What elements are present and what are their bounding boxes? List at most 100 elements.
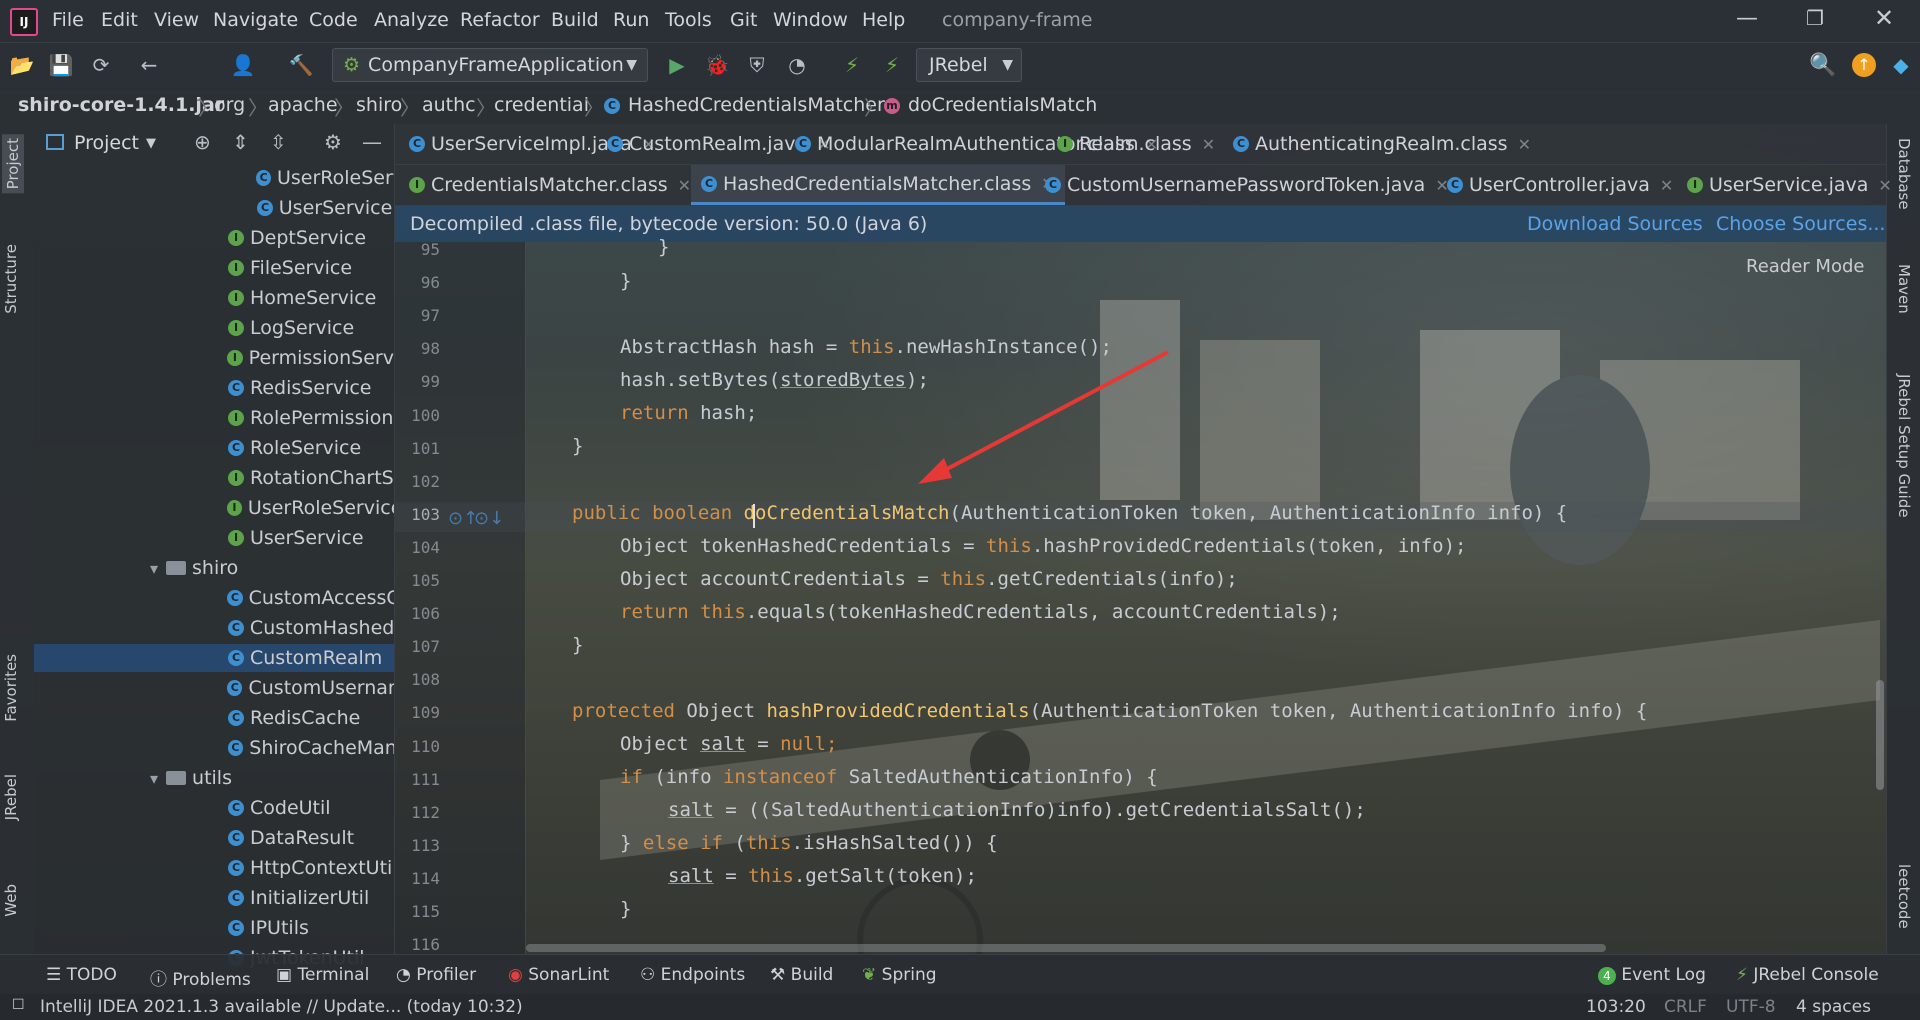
jrebel-select[interactable]: JRebel ▼ (916, 48, 1022, 82)
stripe-tab-structure[interactable]: Structure (2, 244, 20, 314)
breadcrumb-apache[interactable]: apache (268, 94, 338, 116)
menu-window[interactable]: Window (773, 9, 848, 31)
download-sources-link[interactable]: Download Sources (1527, 213, 1703, 235)
coverage-icon[interactable]: ⛨ (740, 48, 774, 82)
collapse-all-icon[interactable]: ⇳ (270, 130, 287, 154)
expand-all-icon[interactable]: ⇕ (232, 130, 249, 154)
breadcrumb-shiro[interactable]: shiro (356, 94, 402, 116)
menu-git[interactable]: Git (730, 9, 757, 31)
chevron-down-icon[interactable]: ▾ (150, 769, 158, 788)
tool-endpoints[interactable]: ⚇ Endpoints (640, 965, 745, 985)
tab-usercontroller[interactable]: C UserController.java ✕ (1447, 165, 1673, 205)
tree-item[interactable]: I RotationChartS (206, 464, 394, 492)
tree-item[interactable]: I HomeService (206, 284, 394, 312)
breadcrumb-jar[interactable]: shiro-core-1.4.1.jar (18, 94, 224, 116)
tree-item[interactable]: I RolePermission (206, 404, 394, 432)
tree-item[interactable]: C IPUtils (206, 914, 394, 942)
tree-item[interactable]: C RedisCache (206, 704, 394, 732)
line-separator[interactable]: CRLF (1664, 997, 1707, 1017)
hide-panel-icon[interactable]: — (362, 130, 382, 154)
menu-code[interactable]: Code (309, 9, 358, 31)
jetbrains-toolbox-icon[interactable]: ◆ (1884, 48, 1918, 82)
tab-userservice[interactable]: I UserService.java ✕ (1687, 165, 1892, 205)
menu-edit[interactable]: Edit (101, 9, 138, 31)
tree-item[interactable]: I UserService (206, 524, 394, 552)
close-icon[interactable]: ✕ (1874, 4, 1894, 32)
tree-folder[interactable]: ▾ shiro (150, 554, 394, 582)
breadcrumb-org[interactable]: org (214, 94, 245, 116)
back-icon[interactable]: ← (132, 48, 166, 82)
chevron-down-icon[interactable]: ▾ (150, 559, 158, 578)
menu-analyze[interactable]: Analyze (374, 9, 449, 31)
tree-item[interactable]: C RoleService (206, 434, 394, 462)
tab-hashedcredentialsmatcher[interactable]: CHashedCredentialsMatcher.class✕ (691, 165, 1065, 205)
tree-item[interactable]: C CustomHashed (206, 614, 394, 642)
save-icon[interactable]: 💾 (44, 48, 78, 82)
tree-item[interactable]: C HttpContextUti (206, 854, 394, 882)
restore-icon[interactable]: ❐ (1806, 6, 1824, 30)
tree-folder[interactable]: ▾ utils (150, 764, 394, 792)
update-icon[interactable]: ↑ (1852, 53, 1876, 77)
minimize-icon[interactable]: — (1736, 6, 1758, 31)
close-tab-icon[interactable]: ✕ (1518, 135, 1531, 154)
close-tab-icon[interactable]: ✕ (1878, 176, 1891, 195)
debug-icon[interactable]: 🐞 (700, 48, 734, 82)
tool-event-log[interactable]: 4 Event Log (1598, 965, 1706, 985)
tree-item[interactable]: C RedisService (206, 374, 394, 402)
stripe-tab-web[interactable]: Web (2, 884, 20, 917)
run-icon[interactable]: ▶ (660, 48, 694, 82)
tree-item[interactable]: C ShiroCacheMan (206, 734, 394, 762)
open-folder-icon[interactable]: 📂 (5, 48, 39, 82)
sync-icon[interactable]: ⟳ (84, 48, 118, 82)
menu-tools[interactable]: Tools (665, 9, 712, 31)
vertical-scrollbar[interactable] (1876, 680, 1884, 790)
choose-sources-link[interactable]: Choose Sources... (1716, 213, 1885, 235)
build-hammer-icon[interactable]: 🔨 (284, 48, 318, 82)
tool-terminal[interactable]: ▣ Terminal (276, 965, 369, 985)
close-tab-icon[interactable]: ✕ (1660, 176, 1673, 195)
locate-icon[interactable]: ⊕ (194, 130, 211, 154)
status-message[interactable]: IntelliJ IDEA 2021.1.3 available // Upda… (40, 997, 523, 1017)
tab-authenticatingrealm[interactable]: C AuthenticatingRealm.class ✕ (1233, 124, 1531, 164)
tree-item[interactable]: I PermissionServi (206, 344, 394, 372)
tab-credentialsmatcher[interactable]: I CredentialsMatcher.class ✕ (409, 165, 691, 205)
menu-run[interactable]: Run (613, 9, 649, 31)
stripe-tab-jrebel-guide[interactable]: JRebel Setup Guide (1895, 374, 1913, 518)
stripe-tab-database[interactable]: Database (1895, 138, 1913, 210)
tree-item[interactable]: I DeptService (206, 224, 394, 252)
user-config-icon[interactable]: 👤 (226, 48, 260, 82)
menu-file[interactable]: File (52, 9, 84, 31)
menu-help[interactable]: Help (862, 9, 905, 31)
menu-navigate[interactable]: Navigate (213, 9, 298, 31)
tree-item[interactable]: C InitializerUtil (206, 884, 394, 912)
tree-item[interactable]: C UserRoleServ (236, 164, 394, 192)
run-config-select[interactable]: ⚙ CompanyFrameApplication ▼ (332, 48, 648, 82)
tree-item[interactable]: C CustomRealm (34, 644, 394, 672)
breadcrumb-class[interactable]: HashedCredentialsMatcher (628, 94, 885, 116)
gear-icon[interactable]: ⚙ (324, 130, 342, 154)
tree-item[interactable]: C DataResult (206, 824, 394, 852)
menu-view[interactable]: View (154, 9, 199, 31)
status-panel-icon[interactable]: ☐ (12, 997, 25, 1013)
project-view-selector[interactable]: Project (74, 132, 139, 154)
stripe-tab-project[interactable]: Project (2, 134, 24, 194)
chevron-down-icon[interactable]: ▼ (146, 136, 156, 151)
tree-item[interactable]: C UserServiceI (236, 194, 394, 222)
menu-refactor[interactable]: Refactor (460, 9, 540, 31)
tree-item[interactable]: C CodeUtil (206, 794, 394, 822)
breadcrumb-authc[interactable]: authc (422, 94, 476, 116)
tool-build[interactable]: ⚒ Build (770, 965, 833, 985)
file-encoding[interactable]: UTF-8 (1726, 997, 1776, 1017)
tab-customusernamepasswordtoken[interactable]: C CustomUsernamePasswordToken.java ✕ (1045, 165, 1449, 205)
tool-jrebel-console[interactable]: ⚡ JRebel Console (1736, 965, 1879, 985)
tree-item[interactable]: I UserRoleService (206, 494, 394, 522)
close-tab-icon[interactable]: ✕ (1202, 135, 1215, 154)
caret-position[interactable]: 103:20 (1586, 997, 1646, 1017)
tree-item[interactable]: C CustomUsernan (206, 674, 394, 702)
stripe-tab-jrebel[interactable]: JRebel (2, 774, 20, 820)
jrebel-debug-icon[interactable]: ⚡ (875, 48, 909, 82)
tool-spring[interactable]: ❦ Spring (862, 965, 937, 985)
stripe-tab-leetcode[interactable]: leetcode (1895, 864, 1913, 929)
tree-item[interactable]: C CustomAccessC (206, 584, 394, 612)
tool-todo[interactable]: ☰ TODO (46, 965, 117, 985)
